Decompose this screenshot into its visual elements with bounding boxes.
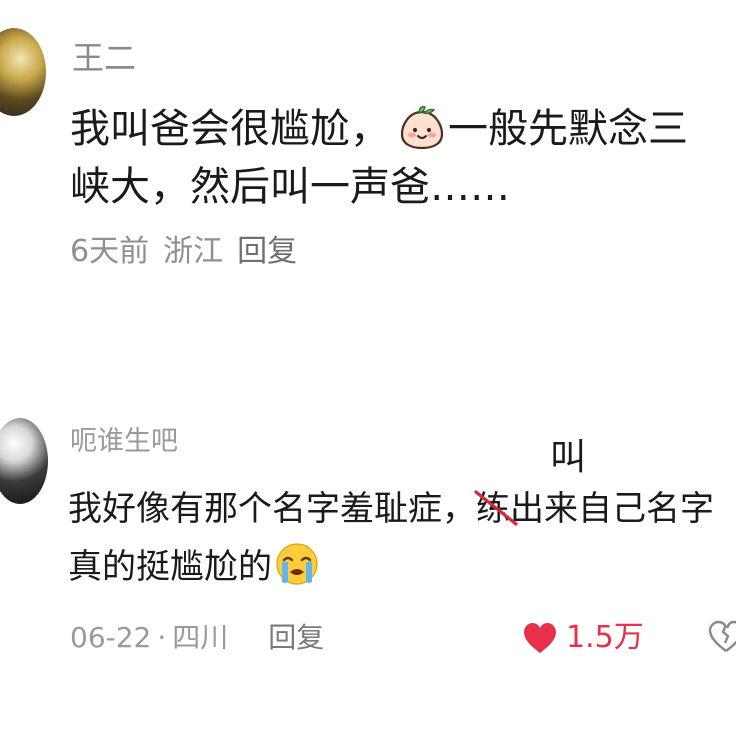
comment-text-part1: 我好像有那个名字羞耻症， bbox=[68, 489, 476, 529]
smiling-peach-emoji-icon bbox=[400, 106, 444, 150]
handwritten-correction: 叫 bbox=[550, 437, 587, 478]
like-button[interactable]: 1.5万 bbox=[522, 618, 644, 658]
username[interactable]: 呃谁生吧 bbox=[70, 424, 178, 460]
meta-separator: · bbox=[157, 621, 167, 654]
like-count: 1.5万 bbox=[566, 620, 644, 655]
comment-text: 我叫爸会很尴尬， 一般先默念三峡大，然后叫一声爸…… bbox=[70, 100, 720, 216]
reply-button[interactable]: 回复 bbox=[237, 234, 297, 269]
comment-meta: 06-22 · 四川 回复 bbox=[70, 618, 324, 658]
reply-button[interactable]: 回复 bbox=[268, 621, 324, 654]
avatar[interactable] bbox=[0, 28, 46, 116]
username[interactable]: 王二 bbox=[72, 38, 136, 78]
comment-time: 6天前 bbox=[70, 234, 150, 269]
heart-icon bbox=[524, 623, 556, 653]
comment-screenshot: 王二 我叫爸会很尴尬， 一般先默念三峡大，然后叫一声爸…… 6天前 浙江 回复 呃谁… bbox=[0, 0, 736, 750]
comment-location: 浙江 bbox=[163, 234, 224, 269]
comment-date: 06-22 bbox=[70, 621, 152, 654]
broken-heart-icon[interactable] bbox=[708, 620, 736, 654]
crying-face-emoji-icon bbox=[276, 543, 318, 585]
struck-through-char: 练 bbox=[474, 480, 518, 538]
comment-location: 四川 bbox=[172, 621, 229, 654]
comment-text-part1: 我叫爸会很尴尬， bbox=[70, 106, 390, 152]
comment-meta: 6天前 浙江 回复 bbox=[70, 232, 311, 272]
comment-text: 我好像有那个名字羞耻症，练 出来自己名字真的挺尴尬的 bbox=[68, 480, 728, 596]
avatar[interactable] bbox=[0, 418, 48, 504]
